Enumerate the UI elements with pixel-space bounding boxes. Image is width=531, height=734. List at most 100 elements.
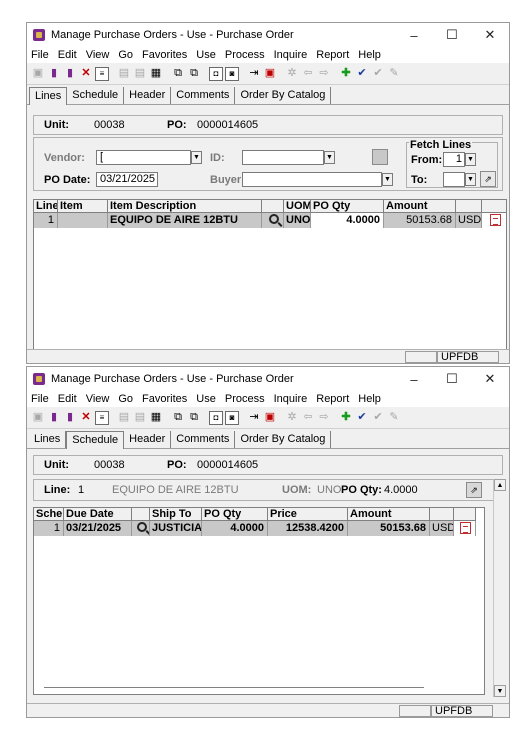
minimize-icon[interactable]: –: [395, 28, 433, 43]
column-header-line[interactable]: Line: [34, 200, 58, 213]
row-1-item-lookup[interactable]: [262, 213, 284, 228]
next-icon[interactable]: ⇥: [247, 67, 261, 81]
row-1-description[interactable]: EQUIPO DE AIRE 12BTU: [108, 213, 262, 228]
row-1-amount[interactable]: 50153.68: [384, 213, 456, 228]
collapse-icon[interactable]: ◙: [225, 66, 239, 81]
delete-icon[interactable]: ✕: [79, 67, 93, 81]
row-1-item[interactable]: [58, 213, 108, 228]
row-1-price[interactable]: 12538.4200: [268, 521, 348, 536]
menu-report[interactable]: Report: [316, 49, 349, 61]
delete-row-icon[interactable]: ▤: [133, 67, 147, 81]
grid-icon[interactable]: ▦: [149, 67, 163, 81]
collapse-icon[interactable]: ◙: [225, 410, 239, 425]
row-1-po-qty[interactable]: 4.0000: [311, 213, 384, 228]
maximize-icon[interactable]: ☐: [433, 27, 471, 43]
delete-icon[interactable]: ✕: [79, 411, 93, 425]
row-1-po-qty[interactable]: 4.0000: [202, 521, 268, 536]
menu-file[interactable]: File: [31, 393, 49, 405]
tab-lines[interactable]: Lines: [29, 87, 68, 105]
magnifier-icon[interactable]: [136, 522, 147, 532]
vendor-id-dropdown-icon[interactable]: ▼: [324, 151, 335, 164]
notes-icon[interactable]: [460, 522, 471, 534]
menu-file[interactable]: File: [31, 49, 49, 61]
check-icon[interactable]: ✔: [355, 411, 369, 425]
settings-icon[interactable]: ✲: [285, 67, 299, 81]
menu-inquire[interactable]: Inquire: [274, 49, 308, 61]
add-record-icon[interactable]: ▮: [47, 67, 61, 81]
tab-order-by-catalog[interactable]: Order By Catalog: [235, 87, 332, 104]
copy-icon[interactable]: ⧉: [171, 67, 185, 81]
column-header-uom[interactable]: UOM: [284, 200, 311, 213]
fetch-lines-button[interactable]: ⇗: [480, 171, 496, 187]
from-field[interactable]: 1: [443, 152, 465, 167]
column-header-ship-to[interactable]: Ship To: [150, 508, 202, 521]
add-record-icon[interactable]: ▮: [47, 411, 61, 425]
menu-edit[interactable]: Edit: [58, 393, 77, 405]
paste-icon[interactable]: ⧉: [187, 411, 201, 425]
print-icon[interactable]: ▣: [263, 67, 277, 81]
delete-row-icon[interactable]: ▤: [133, 411, 147, 425]
forward-icon[interactable]: ⇨: [317, 67, 331, 81]
expand-icon[interactable]: ◘: [209, 66, 223, 81]
update-record-icon[interactable]: ▮: [63, 411, 77, 425]
row-1-uom[interactable]: UNO: [284, 213, 311, 228]
menu-use[interactable]: Use: [196, 49, 216, 61]
column-header-po-qty[interactable]: PO Qty: [311, 200, 384, 213]
menu-help[interactable]: Help: [358, 393, 381, 405]
minimize-icon[interactable]: –: [395, 372, 433, 387]
menu-go[interactable]: Go: [118, 49, 133, 61]
row-1-due-date[interactable]: 03/21/2025: [64, 521, 132, 536]
check-all-icon[interactable]: ✔: [371, 411, 385, 425]
plus-icon[interactable]: ✚: [339, 411, 353, 425]
save-icon[interactable]: ▣: [31, 411, 45, 425]
back-icon[interactable]: ⇦: [301, 411, 315, 425]
save-icon[interactable]: ▣: [31, 67, 45, 81]
vendor-lookup-button[interactable]: [372, 149, 388, 165]
tab-header[interactable]: Header: [124, 87, 172, 104]
tab-comments[interactable]: Comments: [171, 87, 236, 104]
menu-view[interactable]: View: [86, 49, 110, 61]
column-header-price[interactable]: Price: [268, 508, 348, 521]
expand-icon[interactable]: ◘: [209, 410, 223, 425]
insert-row-icon[interactable]: ▤: [117, 67, 131, 81]
copy-icon[interactable]: ⧉: [171, 411, 185, 425]
list-icon[interactable]: ≡: [95, 410, 109, 425]
column-header-amount[interactable]: Amount: [384, 200, 456, 213]
menu-favorites[interactable]: Favorites: [142, 49, 187, 61]
column-header-item[interactable]: Item: [58, 200, 108, 213]
forward-icon[interactable]: ⇨: [317, 411, 331, 425]
vendor-id-field[interactable]: [242, 150, 324, 165]
scroll-up-icon[interactable]: ▲: [494, 479, 506, 491]
row-1-notes[interactable]: [482, 213, 506, 228]
grid-icon[interactable]: ▦: [149, 411, 163, 425]
plus-icon[interactable]: ✚: [339, 67, 353, 81]
tab-comments[interactable]: Comments: [171, 431, 236, 448]
menu-help[interactable]: Help: [358, 49, 381, 61]
row-1-amount[interactable]: 50153.68: [348, 521, 430, 536]
notes-icon[interactable]: [490, 214, 501, 226]
from-dropdown-icon[interactable]: ▼: [465, 153, 476, 166]
menu-favorites[interactable]: Favorites: [142, 393, 187, 405]
menu-use[interactable]: Use: [196, 393, 216, 405]
row-1-ship-to[interactable]: JUSTICIA: [150, 521, 202, 536]
buyer-field[interactable]: [242, 172, 382, 187]
vendor-dropdown-icon[interactable]: ▼: [191, 151, 202, 164]
menu-report[interactable]: Report: [316, 393, 349, 405]
column-header-schedule[interactable]: Sche: [34, 508, 64, 521]
menu-process[interactable]: Process: [225, 393, 265, 405]
scroll-down-icon[interactable]: ▼: [494, 685, 506, 697]
check-all-icon[interactable]: ✔: [371, 67, 385, 81]
row-1-ship-to-lookup[interactable]: [132, 521, 150, 536]
menu-inquire[interactable]: Inquire: [274, 393, 308, 405]
column-header-due-date[interactable]: Due Date: [64, 508, 132, 521]
row-1-schedule[interactable]: 1: [34, 521, 64, 536]
next-icon[interactable]: ⇥: [247, 411, 261, 425]
tab-order-by-catalog[interactable]: Order By Catalog: [235, 431, 332, 448]
po-date-field[interactable]: 03/21/2025: [96, 172, 158, 187]
row-1-notes[interactable]: [454, 521, 476, 536]
column-header-amount[interactable]: Amount: [348, 508, 430, 521]
magnifier-icon[interactable]: [268, 214, 279, 224]
settings-icon[interactable]: ✲: [285, 411, 299, 425]
to-field[interactable]: [443, 172, 465, 187]
menu-go[interactable]: Go: [118, 393, 133, 405]
